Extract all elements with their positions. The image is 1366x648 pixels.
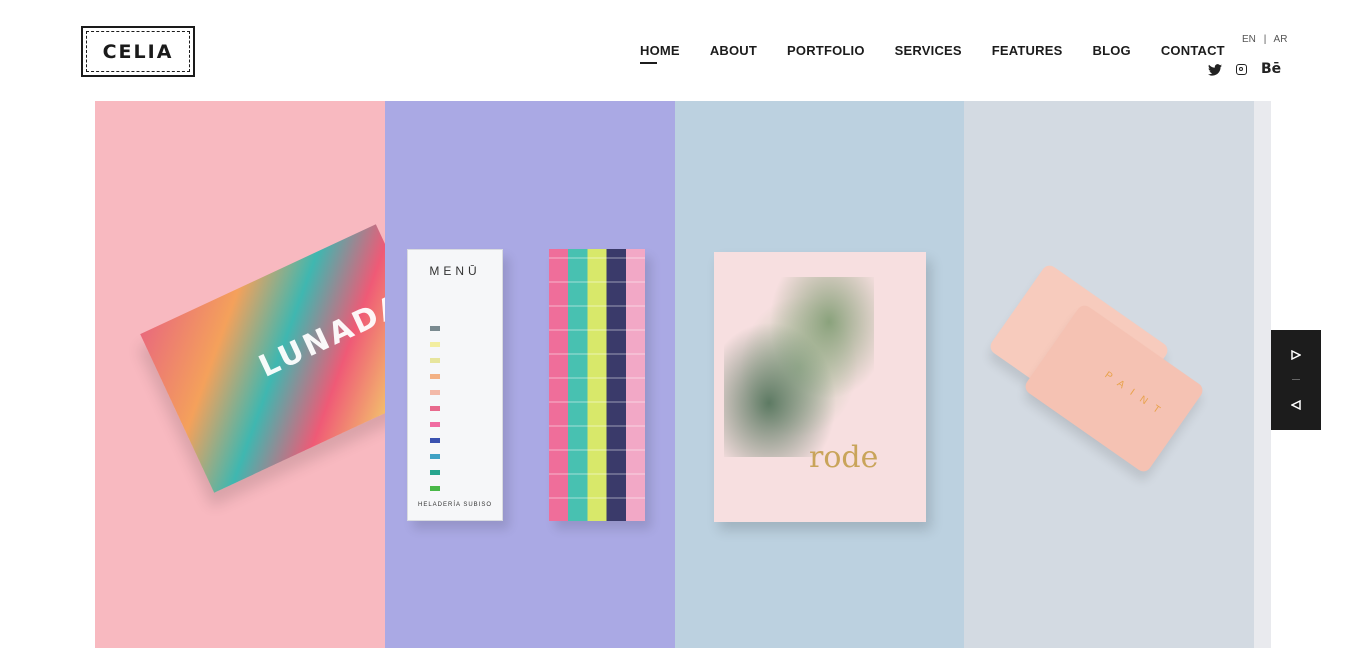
slide-magazine[interactable]: rode [675, 101, 964, 648]
language-switcher: EN | AR [1242, 34, 1287, 45]
menu-title: MENŪ [429, 264, 481, 278]
instagram-icon[interactable] [1236, 63, 1247, 75]
nav-services[interactable]: SERVICES [895, 43, 962, 58]
main-nav: HOME ABOUT PORTFOLIO SERVICES FEATURES B… [640, 43, 1255, 64]
slider-arrows [1271, 330, 1321, 430]
slide-menu[interactable]: MENŪ HELADERÍA SUBISO [385, 101, 675, 648]
nav-portfolio[interactable]: PORTFOLIO [787, 43, 865, 58]
lunada-text: LUNADA [253, 286, 385, 385]
site-logo[interactable]: CELIA [81, 26, 195, 77]
magazine-word: rode [809, 440, 879, 475]
play-left-icon [1291, 400, 1301, 410]
lang-ar[interactable]: AR [1274, 34, 1288, 45]
nav-home[interactable]: HOME [640, 43, 680, 64]
prev-arrow-button[interactable] [1271, 380, 1321, 430]
lang-en[interactable]: EN [1242, 34, 1256, 45]
slide-gift-cards[interactable]: PAINT [964, 101, 1254, 648]
social-links: Bē [1208, 61, 1295, 77]
menu-color-rows [430, 326, 440, 502]
portfolio-slider: LUNADA MENŪ HELADERÍA SUBISO rode PAINT [95, 101, 1271, 648]
gift-cards-image: PAINT [987, 262, 1206, 475]
menu-card-image: MENŪ HELADERÍA SUBISO [407, 249, 503, 521]
lunada-card-image: LUNADA [140, 224, 385, 493]
magazine-image: rode [714, 252, 926, 522]
logo-text: CELIA [102, 40, 174, 63]
nav-features[interactable]: FEATURES [992, 43, 1063, 58]
menu-footer: HELADERÍA SUBISO [417, 502, 493, 508]
gift-card-text: PAINT [1102, 369, 1170, 421]
pattern-card-image [549, 249, 645, 521]
slide-lunada[interactable]: LUNADA [95, 101, 385, 648]
lang-separator: | [1263, 34, 1267, 45]
nav-blog[interactable]: BLOG [1092, 43, 1130, 58]
next-arrow-button[interactable] [1271, 330, 1321, 380]
slide-next-peek[interactable] [1254, 101, 1271, 648]
plant-illustration [724, 277, 874, 457]
play-right-icon [1291, 350, 1301, 360]
nav-about[interactable]: ABOUT [710, 43, 757, 58]
twitter-icon[interactable] [1208, 63, 1222, 76]
behance-icon[interactable]: Bē [1261, 61, 1281, 77]
nav-contact[interactable]: CONTACT [1161, 43, 1225, 58]
